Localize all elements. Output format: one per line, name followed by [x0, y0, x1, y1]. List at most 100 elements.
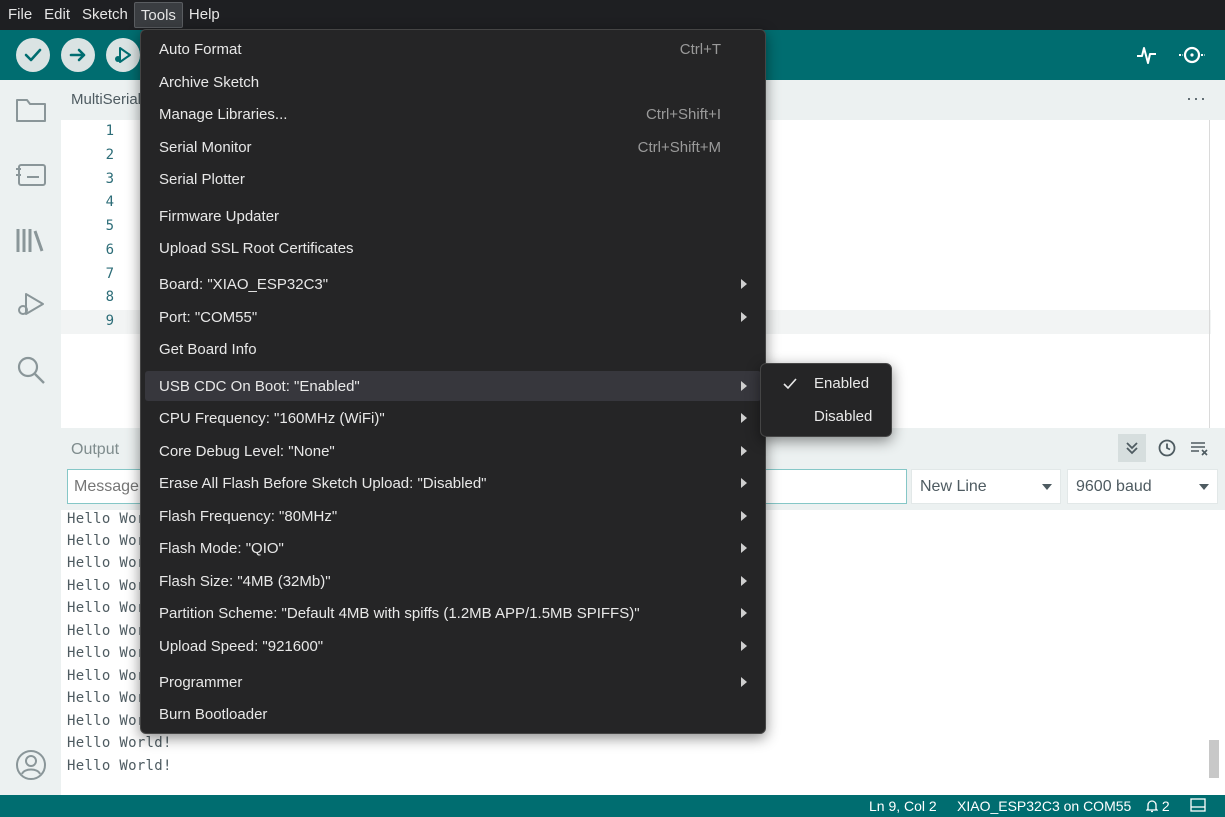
menu-item-label: Upload Speed: "921600": [159, 638, 324, 655]
menu-sketch[interactable]: Sketch: [76, 2, 134, 28]
menu-item-serial-monitor[interactable]: Serial Monitor Ctrl+Shift+M: [145, 132, 761, 162]
submenu-arrow-icon: [741, 511, 747, 521]
line-number: 4: [105, 194, 114, 210]
upload-button[interactable]: [61, 38, 95, 72]
menu-item-core-debug-level[interactable]: Core Debug Level: "None": [145, 436, 761, 466]
submenu-arrow-icon: [741, 543, 747, 553]
library-icon: [16, 229, 44, 252]
menu-item-upload-ssl-certificates[interactable]: Upload SSL Root Certificates: [145, 233, 761, 263]
menu-file[interactable]: File: [2, 2, 38, 28]
menu-item-label: Port: "COM55": [159, 309, 258, 326]
timestamp-toggle[interactable]: [1153, 434, 1181, 462]
menu-item-archive-sketch[interactable]: Archive Sketch: [145, 67, 761, 97]
line-number: 3: [105, 171, 114, 187]
menu-item-label: CPU Frequency: "160MHz (WiFi)": [159, 410, 385, 427]
menu-edit[interactable]: Edit: [38, 2, 76, 28]
verify-button[interactable]: [16, 38, 50, 72]
submenu-item-enabled[interactable]: Enabled: [761, 369, 891, 399]
editor-scrollbar[interactable]: [1209, 120, 1225, 428]
submenu-item-disabled[interactable]: Disabled: [761, 402, 891, 432]
menu-item-partition-scheme[interactable]: Partition Scheme: "Default 4MB with spif…: [145, 598, 761, 628]
account-icon: [16, 750, 46, 780]
menu-item-flash-mode[interactable]: Flash Mode: "QIO": [145, 533, 761, 563]
menu-item-shortcut: Ctrl+T: [679, 41, 721, 58]
menu-item-erase-all-flash[interactable]: Erase All Flash Before Sketch Upload: "D…: [145, 468, 761, 498]
serial-monitor-button[interactable]: [1177, 40, 1207, 70]
panel-icon: [1190, 798, 1206, 812]
clear-output-button[interactable]: [1186, 434, 1214, 462]
clear-output-icon: [1191, 442, 1208, 456]
menu-item-label: Auto Format: [159, 41, 242, 58]
autoscroll-toggle[interactable]: [1118, 434, 1146, 462]
menu-item-auto-format[interactable]: Auto Format Ctrl+T: [145, 34, 761, 64]
menu-item-port[interactable]: Port: "COM55": [145, 302, 761, 332]
baud-rate-value: 9600 baud: [1076, 478, 1152, 495]
menu-item-board[interactable]: Board: "XIAO_ESP32C3": [145, 269, 761, 299]
output-scrollbar-thumb[interactable]: [1209, 740, 1219, 778]
chevron-down-icon: [1042, 484, 1052, 490]
menu-item-shortcut: Ctrl+Shift+I: [645, 106, 721, 123]
menu-item-label: Board: "XIAO_ESP32C3": [159, 276, 329, 293]
menu-item-serial-plotter[interactable]: Serial Plotter: [145, 164, 761, 194]
menu-item-firmware-updater[interactable]: Firmware Updater: [145, 201, 761, 231]
clock-icon: [1158, 439, 1176, 457]
menu-help[interactable]: Help: [183, 2, 226, 28]
menu-item-label: Erase All Flash Before Sketch Upload: "D…: [159, 475, 487, 492]
menu-item-manage-libraries[interactable]: Manage Libraries... Ctrl+Shift+I: [145, 99, 761, 129]
checkmark-icon: [24, 48, 42, 62]
submenu-arrow-icon: [741, 677, 747, 687]
submenu-arrow-icon: [741, 413, 747, 423]
submenu-arrow-icon: [741, 279, 747, 289]
menu-item-label: Firmware Updater: [159, 208, 280, 225]
menu-item-get-board-info[interactable]: Get Board Info: [145, 334, 761, 364]
line-number: 2: [105, 147, 114, 163]
account-button[interactable]: [13, 747, 49, 783]
menu-item-label: Serial Monitor: [159, 139, 252, 156]
arrow-right-icon: [69, 48, 86, 62]
menu-item-label: Partition Scheme: "Default 4MB with spif…: [159, 605, 640, 622]
notifications-indicator[interactable]: 2: [1145, 798, 1170, 814]
search-button[interactable]: [13, 352, 49, 388]
chevron-down-icon: [1199, 484, 1209, 490]
menu-item-cpu-frequency[interactable]: CPU Frequency: "160MHz (WiFi)": [145, 403, 761, 433]
menu-item-shortcut: Ctrl+Shift+M: [637, 139, 721, 156]
output-line: Hello World!: [67, 735, 172, 751]
line-number: 5: [105, 218, 114, 234]
boards-manager-button[interactable]: [13, 156, 49, 192]
baud-rate-select[interactable]: 9600 baud: [1067, 469, 1218, 504]
notification-count: 2: [1161, 798, 1170, 814]
menu-item-flash-frequency[interactable]: Flash Frequency: "80MHz": [145, 501, 761, 531]
menu-item-upload-speed[interactable]: Upload Speed: "921600": [145, 631, 761, 661]
line-number: 6: [105, 242, 114, 258]
line-ending-select[interactable]: New Line: [911, 469, 1061, 504]
submenu-arrow-icon: [741, 478, 747, 488]
more-options-button[interactable]: ···: [1186, 88, 1207, 109]
menu-item-label: Flash Frequency: "80MHz": [159, 508, 338, 525]
search-icon: [17, 356, 45, 384]
double-chevron-down-icon: [1126, 442, 1138, 455]
board-port-status[interactable]: XIAO_ESP32C3 on COM55: [957, 798, 1131, 814]
menu-item-usb-cdc-on-boot[interactable]: USB CDC On Boot: "Enabled": [145, 371, 761, 401]
usb-cdc-submenu: Enabled Disabled: [760, 363, 892, 437]
menu-item-burn-bootloader[interactable]: Burn Bootloader: [145, 699, 761, 729]
menu-item-label: Programmer: [159, 674, 243, 691]
menu-item-programmer[interactable]: Programmer: [145, 667, 761, 697]
menu-bar: File Edit Sketch Tools Help: [0, 0, 1225, 30]
submenu-item-label: Disabled: [814, 408, 873, 425]
debug-panel-button[interactable]: [13, 286, 49, 322]
checkmark-icon: [783, 378, 797, 390]
menu-tools[interactable]: Tools: [133, 2, 183, 28]
line-ending-value: New Line: [920, 478, 987, 495]
sketchbook-button[interactable]: [13, 92, 49, 128]
serial-plotter-button[interactable]: [1132, 40, 1162, 70]
output-line: Hello World!: [67, 758, 172, 774]
toggle-panel-button[interactable]: [1190, 798, 1206, 815]
folder-icon: [16, 99, 46, 122]
menu-item-flash-size[interactable]: Flash Size: "4MB (32Mb)": [145, 566, 761, 596]
debug-button[interactable]: [106, 38, 140, 72]
bell-icon: [1145, 800, 1159, 813]
library-manager-button[interactable]: [13, 222, 49, 258]
submenu-arrow-icon: [741, 608, 747, 618]
menu-item-label: Manage Libraries...: [159, 106, 288, 123]
sketch-tab[interactable]: MultiSerial: [71, 91, 141, 108]
